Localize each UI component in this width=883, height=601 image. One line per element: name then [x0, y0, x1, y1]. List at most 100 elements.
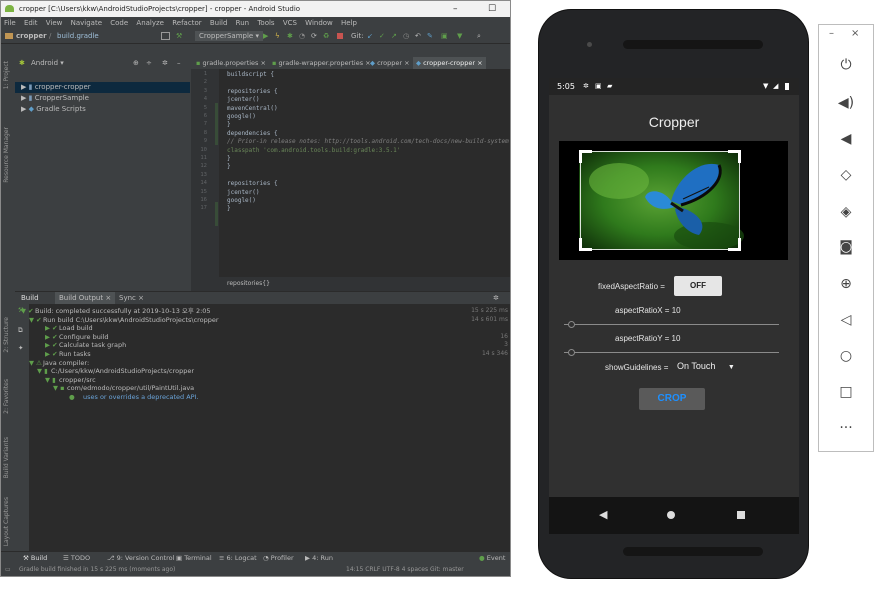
menu-vcs[interactable]: VCS	[283, 19, 297, 27]
menu-analyze[interactable]: Analyze	[136, 19, 164, 27]
apply-changes-icon[interactable]: ϟ	[275, 29, 280, 43]
tree-item-gradle-scripts[interactable]: ▶ ◆ Gradle Scripts	[21, 104, 86, 115]
menu-window[interactable]: Window	[305, 19, 333, 27]
toggle-view-icon[interactable]: ⧉	[18, 326, 23, 335]
editor-breadcrumb[interactable]: repositories{}	[191, 277, 510, 291]
build-line[interactable]: C:/Users/kkw/AndroidStudioProjects/cropp…	[51, 367, 194, 375]
build-line[interactable]: Build: completed successfully at 2019-10…	[35, 307, 211, 315]
tab-cropper-cropper[interactable]: ◆ cropper-cropper ×	[413, 57, 486, 69]
tool-tab-resource-manager[interactable]: Resource Manager	[3, 127, 10, 183]
git-push-icon[interactable]: ↗	[391, 29, 397, 43]
guidelines-spinner[interactable]: On Touch ▼	[677, 361, 735, 375]
tree-item-cropper-cropper[interactable]: ▶ ▮ cropper-cropper	[15, 82, 190, 93]
tool-tab-layout-captures[interactable]: Layout Captures	[3, 497, 10, 546]
crop-handle-top-right[interactable]	[728, 150, 741, 163]
build-line[interactable]: Run tasks	[59, 350, 91, 358]
crop-button[interactable]: CROP	[639, 388, 705, 410]
build-line[interactable]: uses or overrides a deprecated API.	[83, 393, 199, 401]
search-icon[interactable]: ⌕	[477, 29, 481, 43]
crop-frame[interactable]	[579, 150, 741, 251]
history-icon[interactable]: ◷	[403, 29, 409, 43]
emulator-minimize-button[interactable]: –	[829, 28, 834, 39]
crop-handle-bottom-left[interactable]	[579, 238, 592, 251]
maximize-button[interactable]: ☐	[488, 1, 496, 17]
hide-icon[interactable]: –	[177, 57, 181, 69]
aspect-x-slider-thumb[interactable]	[568, 321, 575, 328]
build-line[interactable]: com/edmodo/cropper/util/PaintUtil.java	[67, 384, 194, 392]
home-icon[interactable]: ○	[819, 346, 873, 366]
sync-tab[interactable]: Sync ×	[119, 292, 144, 304]
run-icon[interactable]: ▶	[263, 29, 268, 43]
stop-icon[interactable]	[337, 33, 343, 39]
volume-down-icon[interactable]: ◀	[819, 129, 873, 149]
menu-refactor[interactable]: Refactor	[172, 19, 201, 27]
code-editor[interactable]: 1 2 3 4 5 6 7 8 9 10 11 12 13 14 15 16 17 buildscript { …	[191, 69, 510, 291]
build-line[interactable]: Configure build	[59, 333, 109, 341]
nav-home-icon[interactable]	[667, 511, 675, 519]
menu-help[interactable]: Help	[341, 19, 357, 27]
tool-tab-favorites[interactable]: 2: Favorites	[3, 379, 10, 414]
sdk-manager-icon[interactable]: ▼	[457, 29, 462, 43]
volume-up-icon[interactable]: ◀)	[819, 93, 873, 113]
tool-tab-structure[interactable]: 2: Structure	[3, 317, 10, 353]
camera-icon[interactable]: ◙	[819, 237, 873, 257]
avd-manager-icon[interactable]: ▣	[441, 29, 448, 43]
emulator-close-button[interactable]: ×	[851, 28, 859, 39]
menu-tools[interactable]: Tools	[257, 19, 274, 27]
sync-icon[interactable]: ♻	[323, 29, 329, 43]
build-line[interactable]: Load build	[59, 324, 93, 332]
phone-screen[interactable]: 5:05 ✲ ▣ ▰ ▼ ◢ Cropper fixedAspectRatio …	[549, 78, 799, 534]
crop-image-view[interactable]	[559, 141, 788, 260]
breadcrumb-file[interactable]: build.gradle	[57, 29, 99, 43]
minimize-button[interactable]: –	[453, 1, 458, 17]
aspect-y-slider-thumb[interactable]	[568, 349, 575, 356]
power-icon[interactable]: ⏻	[819, 55, 873, 75]
pin-icon[interactable]: ✦	[18, 344, 23, 352]
tree-item-croppersample[interactable]: ▶ ▮ CropperSample	[21, 93, 89, 104]
crop-handle-top-left[interactable]	[579, 150, 592, 163]
aspect-y-slider[interactable]	[564, 349, 779, 356]
zoom-icon[interactable]: ⊕	[819, 274, 873, 294]
status-right-info[interactable]: 14:15 CRLF UTF-8 4 spaces Git: master	[346, 563, 464, 576]
tab-cropper[interactable]: ◆ cropper ×	[367, 57, 413, 69]
attach-icon[interactable]: ⟳	[311, 29, 317, 43]
rotate-left-icon[interactable]: ◇	[819, 165, 873, 185]
git-commit-icon[interactable]: ✓	[379, 29, 385, 43]
build-settings-icon[interactable]: ✲	[493, 292, 499, 304]
breadcrumb-project[interactable]: cropper	[16, 29, 47, 43]
tab-gradle-properties[interactable]: ▪ gradle.properties ×	[193, 57, 269, 69]
layout-icon[interactable]	[161, 32, 170, 40]
fixed-aspect-toggle[interactable]: OFF	[674, 276, 722, 296]
crop-handle-bottom-right[interactable]	[728, 238, 741, 251]
rotate-right-icon[interactable]: ◈	[819, 202, 873, 222]
menu-view[interactable]: View	[46, 19, 63, 27]
project-view-select[interactable]: Android ▾	[31, 57, 64, 69]
more-icon[interactable]: ···	[819, 418, 873, 438]
build-line[interactable]: Java compiler:	[43, 359, 89, 367]
nav-overview-icon[interactable]	[737, 511, 745, 519]
build-output-tab[interactable]: Build Output ×	[55, 292, 116, 304]
run-config-select[interactable]: CropperSample ▾	[195, 31, 263, 41]
build-line[interactable]: Run build C:\Users\kkw\AndroidStudioProj…	[43, 316, 219, 324]
build-line[interactable]: cropper/src	[59, 376, 96, 384]
menu-navigate[interactable]: Navigate	[71, 19, 102, 27]
globe-icon[interactable]: ⊕	[133, 57, 139, 69]
menu-edit[interactable]: Edit	[24, 19, 38, 27]
menu-code[interactable]: Code	[110, 19, 128, 27]
git-update-icon[interactable]: ↙	[367, 29, 373, 43]
build-tab[interactable]: Build	[21, 292, 39, 304]
nav-back-icon[interactable]: ◀	[599, 508, 607, 521]
menu-build[interactable]: Build	[210, 19, 228, 27]
menu-run[interactable]: Run	[236, 19, 249, 27]
profile-icon[interactable]: ◔	[299, 29, 305, 43]
tab-gradle-wrapper-properties[interactable]: ▪ gradle-wrapper.properties ×	[269, 57, 374, 69]
revert-icon[interactable]: ↶	[415, 29, 421, 43]
gear-icon[interactable]: ✲	[162, 57, 168, 69]
aspect-x-slider[interactable]	[564, 321, 779, 328]
tool-tab-project[interactable]: 1: Project	[3, 61, 10, 89]
tool-tab-build-variants[interactable]: Build Variants	[3, 437, 10, 478]
menu-file[interactable]: File	[4, 19, 16, 27]
gradle-icon[interactable]: ✎	[427, 29, 433, 43]
hammer-icon[interactable]: ⚒	[176, 29, 182, 43]
back-icon[interactable]: ◁	[819, 310, 873, 330]
